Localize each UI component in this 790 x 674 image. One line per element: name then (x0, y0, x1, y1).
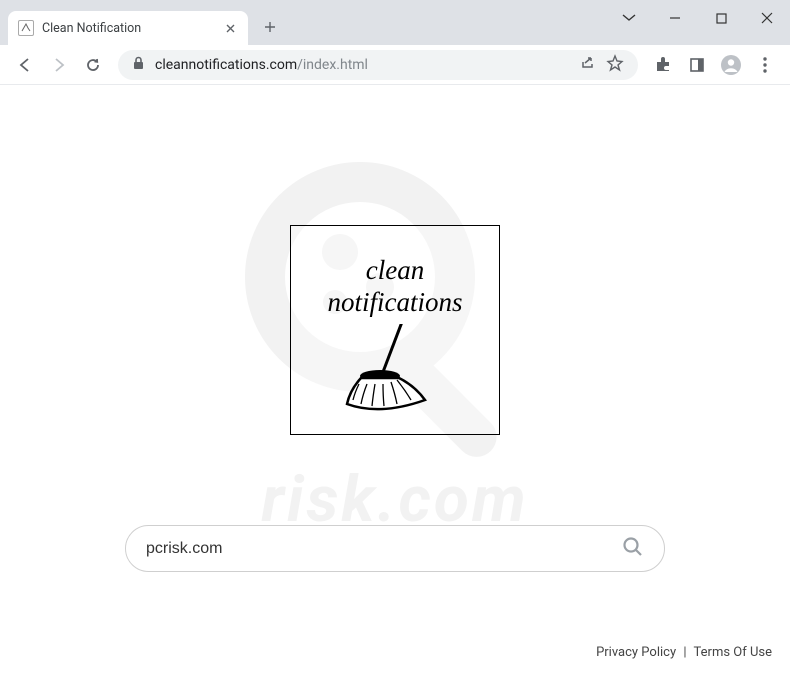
footer-links: Privacy Policy | Terms Of Use (596, 645, 772, 660)
privacy-policy-link[interactable]: Privacy Policy (596, 645, 676, 660)
logo-text: clean notifications (328, 254, 463, 319)
tab-title: Clean Notification (42, 21, 141, 36)
chevron-down-icon[interactable] (606, 0, 652, 36)
side-panel-icon[interactable] (680, 48, 714, 82)
url-text: cleannotifications.com/index.html (155, 57, 571, 73)
browser-titlebar: Clean Notification (0, 0, 790, 45)
maximize-button[interactable] (698, 0, 744, 36)
search-icon[interactable] (622, 536, 644, 562)
back-button[interactable] (8, 48, 42, 82)
profile-avatar-icon[interactable] (714, 48, 748, 82)
menu-dots-icon[interactable] (748, 48, 782, 82)
new-tab-button[interactable] (256, 13, 284, 41)
browser-toolbar: cleannotifications.com/index.html (0, 45, 790, 85)
bookmark-star-icon[interactable] (606, 54, 624, 76)
address-bar[interactable]: cleannotifications.com/index.html (118, 50, 638, 80)
share-icon[interactable] (579, 54, 596, 75)
tab-favicon-icon (18, 20, 34, 36)
site-logo: clean notifications (290, 225, 500, 435)
broom-icon (325, 324, 465, 424)
page-content: risk.com clean notifications Privacy Pol… (0, 85, 790, 674)
browser-tab[interactable]: Clean Notification (8, 11, 248, 45)
extensions-icon[interactable] (646, 48, 680, 82)
lock-icon (132, 56, 145, 74)
terms-link[interactable]: Terms Of Use (694, 645, 772, 660)
close-window-button[interactable] (744, 0, 790, 36)
reload-button[interactable] (76, 48, 110, 82)
search-input[interactable] (146, 540, 622, 558)
forward-button[interactable] (42, 48, 76, 82)
close-icon[interactable] (222, 20, 238, 36)
footer-divider: | (683, 645, 686, 660)
minimize-button[interactable] (652, 0, 698, 36)
search-container (125, 525, 665, 572)
